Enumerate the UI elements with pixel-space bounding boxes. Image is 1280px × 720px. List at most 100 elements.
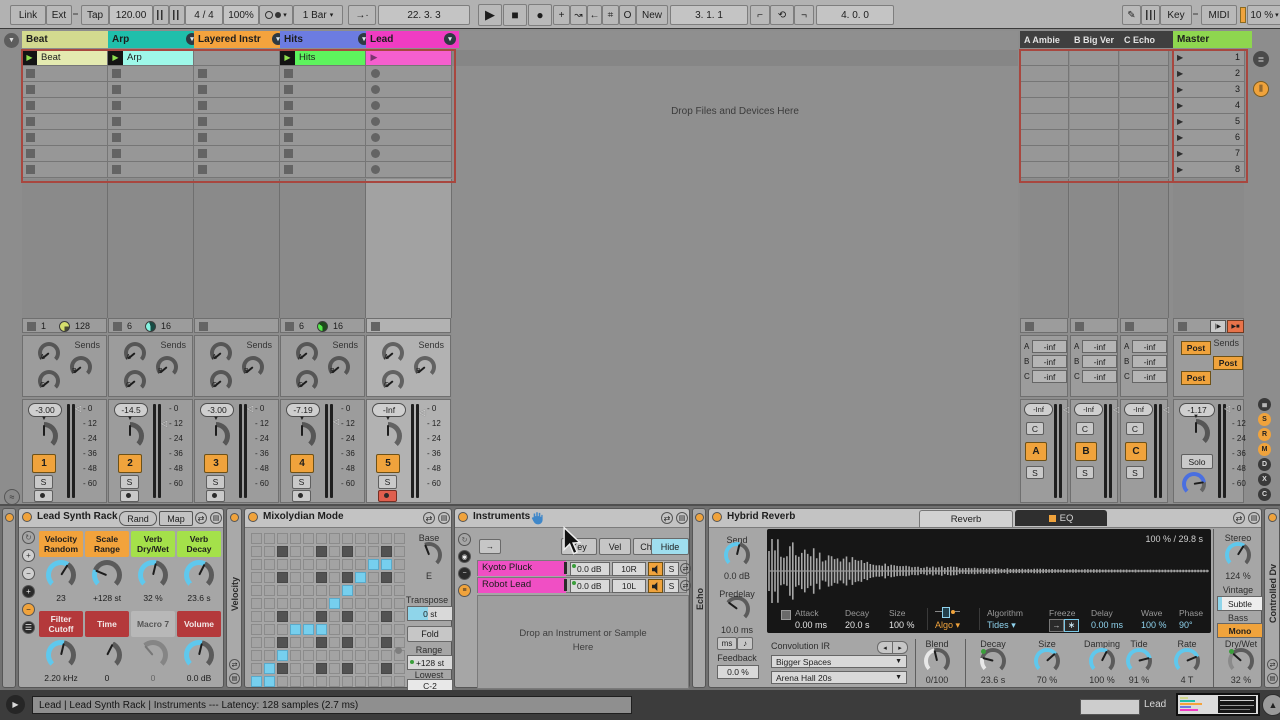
chain-volume-field[interactable]: 0.0 dB [570,579,610,593]
save-preset-icon[interactable]: ▤ [1248,512,1260,524]
arm-button[interactable] [378,490,397,502]
clip-stop-icon[interactable] [112,117,121,126]
knob-rate[interactable] [1174,648,1200,674]
reenable-automation-icon[interactable]: ← [587,5,602,25]
track-stop-all-icon[interactable] [113,322,122,331]
master-track-header[interactable]: Master [1173,31,1252,48]
bass-mono-button[interactable]: Mono [1217,623,1263,638]
return-send-field[interactable]: -inf [1082,340,1117,353]
chain-drop-area[interactable]: Drop an Instrument or Sample Here [477,595,689,689]
pan-field[interactable]: C [1076,422,1094,435]
send-value[interactable]: 0.0 dB [709,571,765,581]
sync-mode-icon[interactable]: ♪ [737,637,753,650]
return-send-field[interactable]: -inf [1132,355,1167,368]
scale-grid-cell[interactable] [368,572,379,583]
scale-grid-cell[interactable] [264,637,275,648]
scale-grid-cell[interactable] [303,598,314,609]
macro-knob[interactable] [92,560,122,590]
clip-slot[interactable] [108,146,194,162]
hot-swap-icon[interactable]: ⇄ [423,512,435,524]
chain-row[interactable]: Robot Lead 0.0 dB 10L S ⇄ [477,577,696,593]
clip-slot[interactable] [22,114,108,130]
clip-record-icon[interactable] [371,133,380,142]
knob-damping[interactable] [1089,648,1115,674]
hide-devices-button[interactable]: Hide [651,538,689,555]
solo-button[interactable]: S [378,475,397,489]
play-button[interactable]: ▶ [478,4,502,26]
scale-grid-cell[interactable] [368,598,379,609]
tab-eq[interactable]: EQ [1015,510,1107,526]
stereo-value[interactable]: 124 % [1213,571,1263,581]
mixer-section-icon[interactable]: ⫼ [1253,81,1269,97]
return-send-field[interactable]: -inf [1032,355,1067,368]
device-rail[interactable] [2,508,16,688]
scale-grid-cell[interactable] [381,546,392,557]
scale-grid-cell[interactable] [381,663,392,674]
reverb-activator-led[interactable] [712,512,722,522]
solo-button[interactable]: S [292,475,311,489]
scale-grid-cell[interactable] [277,611,288,622]
mixer-toggle-d[interactable]: D [1258,458,1271,471]
clip-slot[interactable] [194,82,280,98]
scale-grid-cell[interactable] [368,559,379,570]
clip-record-icon[interactable] [371,165,380,174]
scale-grid-cell[interactable] [368,676,379,687]
clip-stop-icon[interactable] [26,149,35,158]
scene-slot[interactable]: ▶ 6 [1173,130,1245,146]
vintage-select[interactable]: Subtle [1217,596,1263,611]
stop-all-clips-icon[interactable]: ▶■ [1227,320,1244,333]
delete-variation-icon[interactable]: − [22,567,35,580]
fold-button[interactable]: Fold [407,626,453,642]
scale-grid-cell[interactable] [303,650,314,661]
algo-menu[interactable]: Algo ▾ [935,620,960,631]
scale-grid-cell[interactable] [329,650,340,661]
scale-grid-cell[interactable] [394,572,405,583]
mixer-toggle-r[interactable]: R [1258,428,1271,441]
knob-value-rate[interactable]: 4 T [1160,675,1214,685]
scene-slot[interactable]: ▶ 1 [1173,50,1245,66]
ir-prev-icon[interactable]: ◂ [877,641,893,654]
clip-slot[interactable] [194,50,280,66]
ir-category-select[interactable]: Bigger Spaces ▼ [771,655,907,668]
macro-name[interactable]: Verb Decay [177,531,221,557]
wave-value[interactable]: 100 % [1141,620,1167,630]
scale-grid-cell[interactable] [264,585,275,596]
freeze-icon[interactable]: ∗ [1064,619,1079,632]
scale-grid-cell[interactable] [368,650,379,661]
post-button[interactable]: Post [1181,341,1211,355]
clip-record-icon[interactable] [371,69,380,78]
pan-knob[interactable] [374,422,402,450]
capture-midi-icon[interactable]: ⌗ [602,5,619,25]
scale-grid-cell[interactable] [342,533,353,544]
scale-grid-cell[interactable] [381,637,392,648]
stop-button[interactable]: ■ [503,4,527,26]
clip-slot[interactable] [194,66,280,82]
ir-file-select[interactable]: Arena Hall 20s ▼ [771,671,907,684]
collapsed-device-right[interactable]: Controlled Dv ⇄ ▤ [1264,508,1280,688]
arm-button[interactable] [206,490,225,502]
track-stop-all-icon[interactable] [1025,322,1034,331]
attack-value[interactable]: 0.00 ms [795,620,827,630]
macro-value[interactable]: 2.20 kHz [39,673,83,683]
scale-grid-cell[interactable] [303,637,314,648]
scene-play-icon[interactable]: ▶ [1177,117,1183,126]
clip-slot[interactable] [366,130,452,146]
scale-grid-cell[interactable] [368,611,379,622]
macro-variation-icon[interactable]: ↻ [458,533,471,546]
transpose-field[interactable]: 0 st [407,606,453,621]
macro-name[interactable]: Velocity Random [39,531,83,557]
clip-stop-icon[interactable] [284,117,293,126]
scale-grid-cell[interactable] [251,585,262,596]
send-knob[interactable] [724,542,750,568]
clip-play-icon[interactable]: ▶ [22,50,37,65]
track-stop-all-icon[interactable] [1178,322,1187,331]
chain-name[interactable]: Robot Lead [478,578,566,593]
clip-slot[interactable] [366,114,452,130]
track-stop-all-icon[interactable] [1125,322,1134,331]
scale-grid-cell[interactable] [394,533,405,544]
return-track-header[interactable]: B Big Ver [1070,31,1126,48]
clip-play-icon[interactable]: ▶ [368,50,380,65]
clip-stop-icon[interactable] [284,69,293,78]
scale-grid-cell[interactable] [355,676,366,687]
knob-tide[interactable] [1126,648,1152,674]
